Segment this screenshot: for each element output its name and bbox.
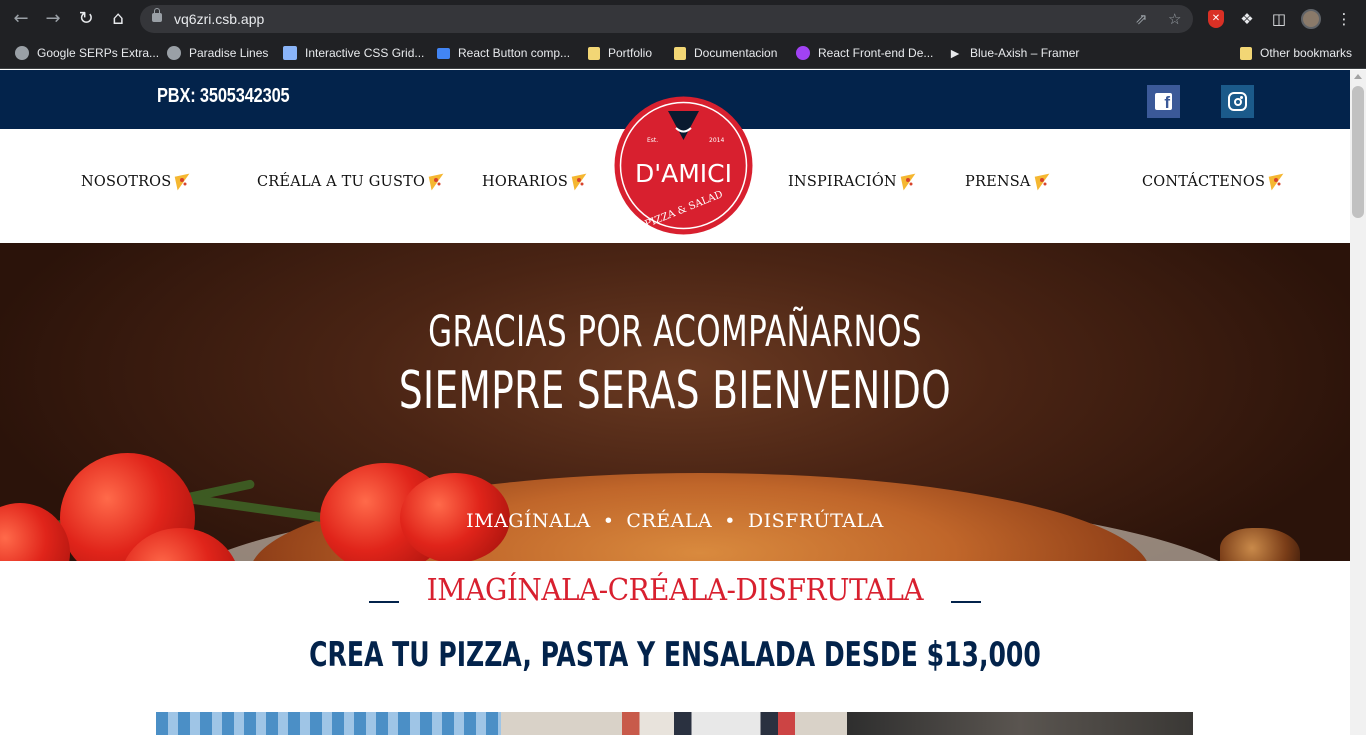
- hero-tagline: IMAGÍNALA • CRÉALA • DISFRÚTALA: [466, 510, 884, 532]
- bookmarks-bar: Google SERPs Extra... Paradise Lines Int…: [0, 38, 1366, 69]
- logo-name: D'AMICI: [635, 159, 732, 188]
- bookmark-item[interactable]: Paradise Lines: [167, 44, 268, 62]
- folder-icon: [1240, 46, 1252, 60]
- nav-nosotros[interactable]: NOSOTROS: [81, 174, 191, 190]
- bookmark-item[interactable]: ► Blue-Axish – Framer: [948, 44, 1079, 62]
- nav-creala[interactable]: CRÉALA A TU GUSTO: [257, 174, 445, 190]
- globe-icon: [15, 46, 29, 60]
- bookmark-item[interactable]: React Button comp...: [437, 44, 570, 62]
- pizza-icon: [902, 175, 917, 189]
- nav-prensa[interactable]: PRENSA: [965, 174, 1051, 190]
- nav-horarios[interactable]: HORARIOS: [482, 174, 588, 190]
- divider: [369, 600, 400, 603]
- nav-inspiracion[interactable]: INSPIRACIÓN: [788, 174, 917, 190]
- reload-icon[interactable]: ↻: [75, 8, 97, 30]
- bookmark-star-icon[interactable]: ☆: [1168, 10, 1181, 28]
- folder-icon: [674, 46, 686, 60]
- cube-icon: [283, 46, 297, 60]
- gallery-image[interactable]: [156, 712, 501, 735]
- framer-icon: ►: [948, 45, 962, 61]
- section-heading: IMAGÍNALA-CRÉALA-DISFRUTALA: [0, 573, 1350, 608]
- profile-avatar[interactable]: [1301, 9, 1321, 29]
- browser-toolbar: ← → ↻ ⌂ vq6zri.csb.app ⇗ ☆ ✕ ❖ ◫ ⋮: [0, 0, 1366, 38]
- pizza-icon: [176, 175, 191, 189]
- gallery-image[interactable]: [847, 712, 1193, 735]
- other-bookmarks[interactable]: Other bookmarks: [1240, 44, 1352, 62]
- logo-year: 2014: [709, 137, 724, 144]
- globe-icon: [167, 46, 181, 60]
- lock-icon: [152, 8, 162, 22]
- graph-icon: [796, 46, 810, 60]
- pizza-icon: [573, 175, 588, 189]
- url-text: vq6zri.csb.app: [174, 11, 265, 27]
- facebook-link[interactable]: [1147, 85, 1180, 118]
- facebook-icon: [1155, 93, 1172, 113]
- page-scrollbar[interactable]: [1350, 70, 1366, 735]
- side-panel-icon[interactable]: ◫: [1268, 8, 1290, 30]
- damici-logo[interactable]: Est. 2014 D'AMICI PIZZA & SALAD: [613, 95, 754, 236]
- back-arrow-icon[interactable]: ←: [10, 8, 32, 30]
- share-icon[interactable]: ⇗: [1135, 10, 1148, 28]
- pizza-icon: [430, 175, 445, 189]
- gallery-image[interactable]: [501, 712, 847, 735]
- app-icon: [437, 47, 450, 59]
- shield-extension-icon[interactable]: ✕: [1208, 10, 1224, 28]
- pizza-slice-image: [1220, 528, 1300, 561]
- pizza-icon: [1270, 175, 1285, 189]
- hero-banner: GRACIAS POR ACOMPAÑARNOS SIEMPRE SERAS B…: [0, 243, 1350, 561]
- bookmark-item[interactable]: Interactive CSS Grid...: [283, 44, 424, 62]
- logo-est: Est.: [647, 137, 658, 144]
- instagram-icon: [1228, 92, 1247, 111]
- nav-contactenos[interactable]: CONTÁCTENOS: [1142, 174, 1285, 190]
- bookmark-item[interactable]: Portfolio: [588, 44, 652, 62]
- scroll-thumb[interactable]: [1352, 86, 1364, 218]
- folder-icon: [588, 46, 600, 60]
- divider: [950, 600, 981, 603]
- forward-arrow-icon[interactable]: →: [42, 8, 64, 30]
- home-icon[interactable]: ⌂: [107, 8, 129, 30]
- pizza-icon: [1036, 175, 1051, 189]
- address-bar[interactable]: vq6zri.csb.app ⇗ ☆: [140, 5, 1193, 33]
- menu-kebab-icon[interactable]: ⋮: [1333, 8, 1355, 30]
- bookmark-item[interactable]: React Front-end De...: [796, 44, 933, 62]
- promo-heading: CREA TU PIZZA, PASTA Y ENSALADA DESDE $1…: [309, 635, 1041, 675]
- instagram-link[interactable]: [1221, 85, 1254, 118]
- hero-heading-line2: SIEMPRE SERAS BIENVENIDO: [398, 361, 952, 421]
- scroll-up-icon[interactable]: [1354, 74, 1362, 79]
- bookmark-item[interactable]: Documentacion: [674, 44, 777, 62]
- bookmark-item[interactable]: Google SERPs Extra...: [15, 44, 159, 62]
- extensions-puzzle-icon[interactable]: ❖: [1236, 8, 1258, 30]
- image-gallery: [156, 712, 1193, 735]
- phone-number: PBX: 3505342305: [157, 85, 290, 107]
- hero-heading-line1: GRACIAS POR ACOMPAÑARNOS: [428, 307, 922, 357]
